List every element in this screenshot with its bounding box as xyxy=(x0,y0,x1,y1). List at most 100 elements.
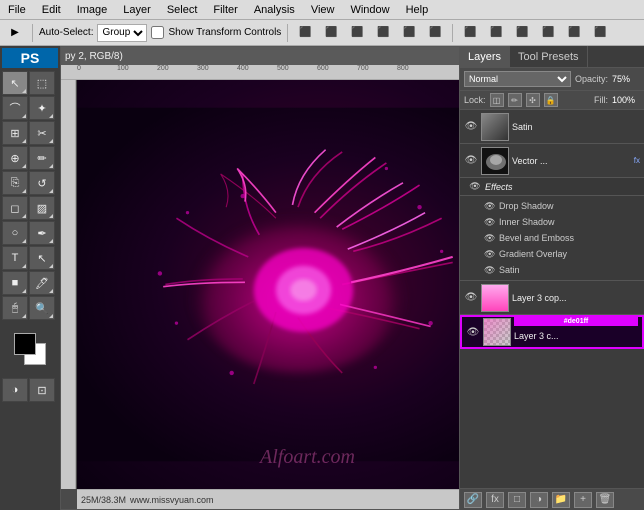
link-layers-btn[interactable]: 🔗 xyxy=(464,492,482,508)
layer-color-badge: #de01ff xyxy=(514,317,638,326)
ruler-mark-500: 500 xyxy=(277,65,289,72)
add-mask-btn[interactable]: □ xyxy=(508,492,526,508)
create-adjustment-btn[interactable]: ◑ xyxy=(530,492,548,508)
eyedropper-tool[interactable]: 🖰 xyxy=(2,296,28,320)
eraser-tool[interactable]: ◻ xyxy=(2,196,28,220)
effect-satin[interactable]: 👁 Satin xyxy=(484,262,640,278)
menu-view[interactable]: View xyxy=(307,4,339,16)
move-tool[interactable]: ↖ xyxy=(2,71,28,95)
zoom-tool[interactable]: 🔍 xyxy=(29,296,55,320)
dodge-tool[interactable]: ○ xyxy=(2,221,28,245)
canvas-content[interactable]: Alfoart.com xyxy=(77,80,459,489)
pen-tool[interactable]: ✒ xyxy=(29,221,55,245)
effect-inner-shadow-eye[interactable]: 👁 xyxy=(484,217,496,228)
layer-3-copy-thumb xyxy=(481,284,509,312)
effect-drop-shadow[interactable]: 👁 Drop Shadow xyxy=(484,198,640,214)
notes-tool[interactable]: 🖊 xyxy=(29,271,55,295)
ruler-mark-400: 400 xyxy=(237,65,249,72)
lock-all-btn[interactable]: 🔒 xyxy=(544,93,558,107)
lock-image-btn[interactable]: ✏ xyxy=(508,93,522,107)
align-right-btn[interactable]: ⬛ xyxy=(424,23,446,43)
clone-stamp-tool[interactable]: ⎘ xyxy=(2,171,28,195)
effect-gradient-overlay-eye[interactable]: 👁 xyxy=(484,249,496,260)
menu-layer[interactable]: Layer xyxy=(119,4,155,16)
fill-value: 100% xyxy=(612,95,640,105)
align-hcenter-btn[interactable]: ⬛ xyxy=(398,23,420,43)
layer-3-copy-eye[interactable]: 👁 xyxy=(464,291,478,305)
crop-tool[interactable]: ⊞ xyxy=(2,121,28,145)
show-transform-checkbox[interactable] xyxy=(151,26,164,39)
distribute-bottom-btn[interactable]: ⬛ xyxy=(511,23,533,43)
effect-bevel-emboss[interactable]: 👁 Bevel and Emboss xyxy=(484,230,640,246)
magic-wand-tool[interactable]: ✦ xyxy=(29,96,55,120)
selection-tool[interactable]: ⬚ xyxy=(29,71,55,95)
effect-bevel-emboss-eye[interactable]: 👁 xyxy=(484,233,496,244)
effect-gradient-overlay[interactable]: 👁 Gradient Overlay xyxy=(484,246,640,262)
menu-edit[interactable]: Edit xyxy=(38,4,65,16)
distribute-hcenter-btn[interactable]: ⬛ xyxy=(563,23,585,43)
align-top-btn[interactable]: ⬛ xyxy=(294,23,316,43)
menu-help[interactable]: Help xyxy=(402,4,433,16)
artwork: Alfoart.com xyxy=(77,80,459,489)
menu-filter[interactable]: Filter xyxy=(209,4,241,16)
tool-row-9: ■ 🖊 xyxy=(2,271,58,295)
layer-3-copy[interactable]: 👁 Layer 3 cop... xyxy=(460,281,644,315)
brush-tool[interactable]: ✏ xyxy=(29,146,55,170)
move-tool-btn[interactable]: ▶ xyxy=(4,23,26,43)
lock-transparent-btn[interactable]: ◫ xyxy=(490,93,504,107)
shape-tool[interactable]: ■ xyxy=(2,271,28,295)
layer-vector[interactable]: 👁 Vector ... fx xyxy=(460,144,644,178)
lasso-tool[interactable]: ⌒ xyxy=(2,96,28,120)
screen-mode-btn[interactable]: ⊡ xyxy=(29,378,55,402)
effects-group-row[interactable]: 👁 Effects xyxy=(460,178,644,196)
toolbar-sep-2 xyxy=(287,24,288,42)
distribute-vcenter-btn[interactable]: ⬛ xyxy=(485,23,507,43)
layer-vector-eye[interactable]: 👁 xyxy=(464,154,478,168)
align-vcenter-btn[interactable]: ⬛ xyxy=(320,23,342,43)
ruler-mark-300: 300 xyxy=(197,65,209,72)
menu-file[interactable]: File xyxy=(4,4,30,16)
ps-logo[interactable]: PS xyxy=(2,48,58,68)
distribute-left-btn[interactable]: ⬛ xyxy=(537,23,559,43)
layer-vector-name: Vector ... xyxy=(512,156,629,166)
toolbar: ▶ Auto-Select: Group Layer Show Transfor… xyxy=(0,20,644,46)
layer-3[interactable]: 👁 #de01ff Layer 3 c... xyxy=(460,315,644,349)
quick-mask-btn[interactable]: ◑ xyxy=(2,378,28,402)
menu-window[interactable]: Window xyxy=(346,4,393,16)
menu-image[interactable]: Image xyxy=(73,4,112,16)
layer-3-eye[interactable]: 👁 xyxy=(466,325,480,339)
show-transform-label: Show Transform Controls xyxy=(168,27,281,38)
delete-layer-btn[interactable]: 🗑 xyxy=(596,492,614,508)
type-tool[interactable]: T xyxy=(2,246,28,270)
layer-satin-thumb xyxy=(481,113,509,141)
path-selection-tool[interactable]: ↖ xyxy=(29,246,55,270)
menu-select[interactable]: Select xyxy=(163,4,202,16)
tool-row-1: ↖ ⬚ xyxy=(2,71,58,95)
effect-drop-shadow-eye[interactable]: 👁 xyxy=(484,201,496,212)
layer-satin[interactable]: 👁 Satin xyxy=(460,110,644,144)
distribute-right-btn[interactable]: ⬛ xyxy=(589,23,611,43)
effects-group-eye[interactable]: 👁 xyxy=(468,180,482,194)
blend-mode-select[interactable]: Normal Multiply Screen xyxy=(464,71,571,87)
foreground-color[interactable] xyxy=(14,333,36,355)
create-group-btn[interactable]: 📁 xyxy=(552,492,570,508)
align-left-btn[interactable]: ⬛ xyxy=(372,23,394,43)
effects-group-header: 👁 Effects 👁 Drop Shadow 👁 Inner Shadow 👁 xyxy=(460,178,644,281)
effect-satin-eye[interactable]: 👁 xyxy=(484,265,496,276)
gradient-tool[interactable]: ▨ xyxy=(29,196,55,220)
tab-layers[interactable]: Layers xyxy=(460,46,510,67)
auto-select-dropdown[interactable]: Group Layer xyxy=(97,24,147,42)
menu-analysis[interactable]: Analysis xyxy=(250,4,299,16)
lock-position-btn[interactable]: ✣ xyxy=(526,93,540,107)
effect-inner-shadow[interactable]: 👁 Inner Shadow xyxy=(484,214,640,230)
tab-tool-presets[interactable]: Tool Presets xyxy=(510,46,588,67)
distribute-top-btn[interactable]: ⬛ xyxy=(459,23,481,43)
add-layer-style-btn[interactable]: fx xyxy=(486,492,504,508)
layer-satin-eye[interactable]: 👁 xyxy=(464,120,478,134)
align-bottom-btn[interactable]: ⬛ xyxy=(346,23,368,43)
effect-inner-shadow-name: Inner Shadow xyxy=(499,217,555,227)
history-brush-tool[interactable]: ↺ xyxy=(29,171,55,195)
slice-tool[interactable]: ✂ xyxy=(29,121,55,145)
spot-heal-tool[interactable]: ⊕ xyxy=(2,146,28,170)
create-layer-btn[interactable]: + xyxy=(574,492,592,508)
